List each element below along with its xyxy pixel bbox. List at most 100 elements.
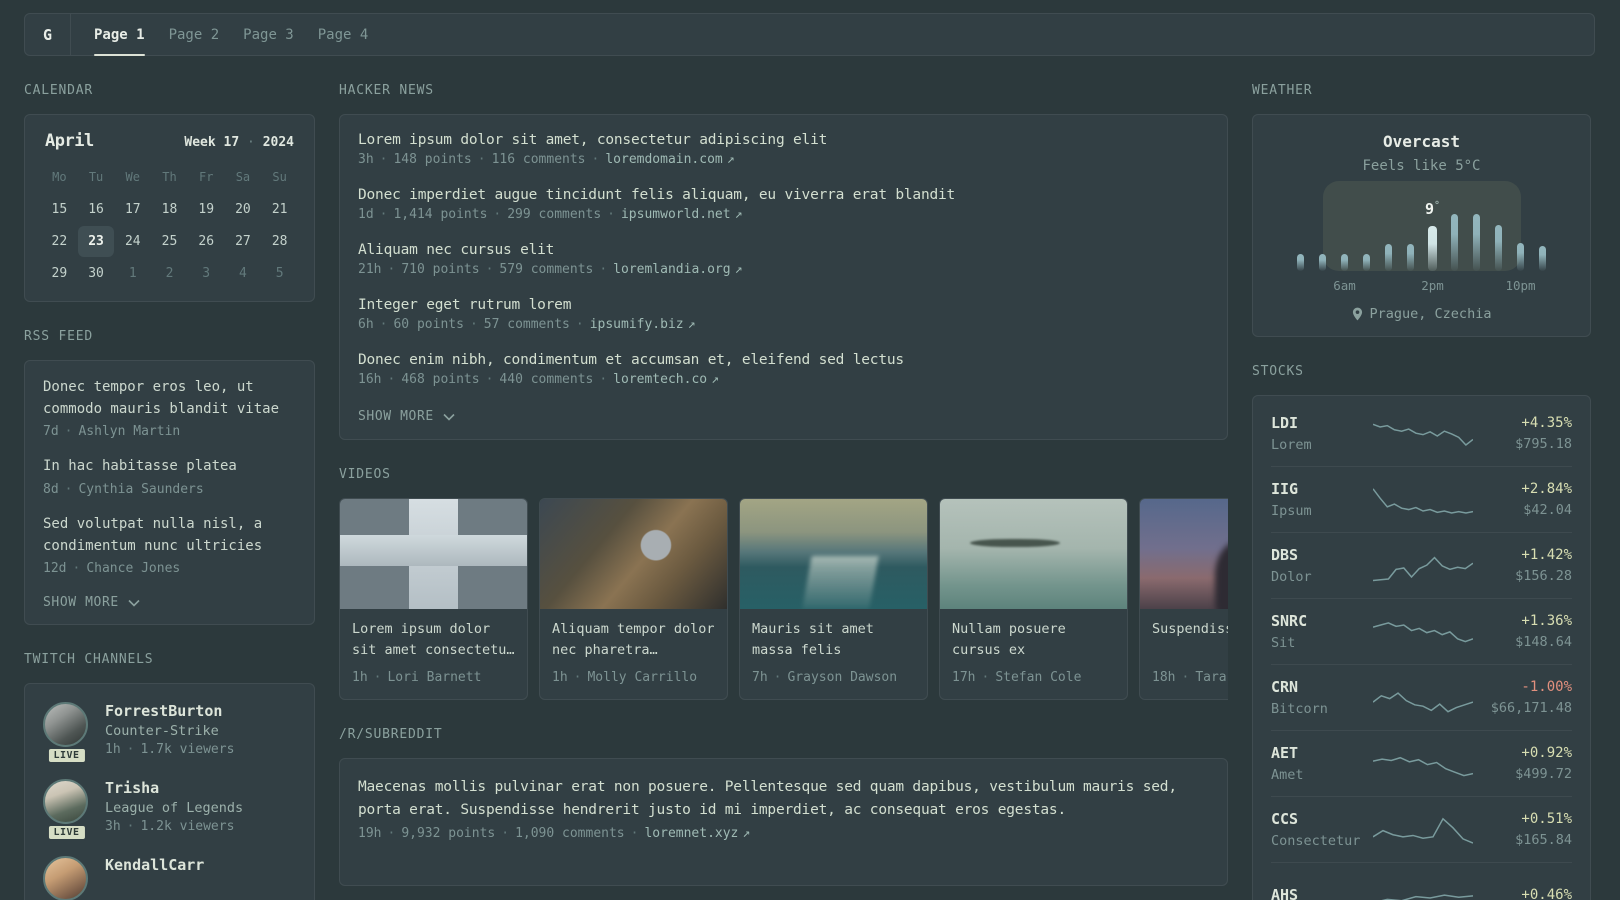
stock-row[interactable]: CCS Consectetur +0.51% $165.84 [1271,796,1572,862]
calendar-day[interactable]: 28 [261,226,298,257]
calendar-day[interactable]: 1 [114,258,151,289]
calendar-day[interactable]: 16 [78,194,115,225]
stock-values: +0.51% $165.84 [1473,811,1572,848]
calendar-day[interactable]: 18 [151,194,188,225]
stock-change: +0.46% [1521,887,1572,900]
hackernews-item-title[interactable]: Aliquam nec cursus elit [358,242,1209,258]
app-logo[interactable]: G [25,14,71,55]
separator-dot: · [373,670,382,685]
calendar-day[interactable]: 25 [151,226,188,257]
video-meta: 1h · Molly Carrillo [552,670,715,685]
stock-row[interactable]: DBS Dolor +1.42% $156.28 [1271,532,1572,598]
stock-change: +0.51% [1521,810,1572,827]
separator-dot: · [64,482,73,498]
video-card[interactable]: Lorem ipsum dolor sit amet consectetu… 1h… [339,498,528,700]
domain[interactable]: loremnet.xyz [644,826,738,841]
stock-row[interactable]: AHS +0.46% [1271,862,1572,900]
stock-row[interactable]: IIG Ipsum +2.84% $42.04 [1271,466,1572,532]
stock-row[interactable]: AET Amet +0.92% $499.72 [1271,730,1572,796]
calendar-week: Week 17 · 2024 [184,135,294,150]
calendar-day[interactable]: 22 [41,226,78,257]
weather-hour-label: 2pm [1421,278,1444,293]
avatar[interactable] [43,856,88,900]
comments: 57 comments [483,317,570,332]
calendar-day[interactable]: 4 [225,258,262,289]
avatar[interactable] [43,779,88,825]
calendar-day[interactable]: 26 [188,226,225,257]
stock-sparkline-chart [1373,875,1473,900]
calendar-day[interactable]: 5 [261,258,298,289]
video-card[interactable]: Mauris sit amet massa felis 7h · Grayson Da… [739,498,928,700]
weather-hour-labels: 6am 2pm 10pm [1290,278,1554,293]
video-title[interactable]: Lorem ipsum dolor sit amet consectetu… [352,619,515,661]
hackernews-item-title[interactable]: Lorem ipsum dolor sit amet, consectetur … [358,132,1209,148]
calendar-day-current[interactable]: 23 [77,226,115,257]
hackernews-item-title[interactable]: Donec enim nibh, condimentum et accumsan… [358,352,1209,368]
domain[interactable]: loremdomain.com [605,152,722,167]
tab-page-2[interactable]: Page 2 [169,14,220,55]
stock-change: +0.92% [1521,744,1572,761]
video-thumbnail[interactable] [740,499,927,609]
twitch-channel-name[interactable]: KendallCarr [105,856,204,874]
video-card[interactable]: Aliquam tempor dolor nec pharetra… 1h · Mol… [539,498,728,700]
avatar[interactable] [43,702,88,748]
calendar-day[interactable]: 15 [41,194,78,225]
stock-row[interactable]: LDI Lorem +4.35% $795.18 [1271,401,1572,466]
rss-item-title[interactable]: Donec tempor eros leo, ut commodo mauris… [43,377,296,420]
video-card[interactable]: Suspendisse diam 18h · Tara [1139,498,1228,700]
calendar-day[interactable]: 30 [78,258,115,289]
stock-symbol: SNRC [1271,611,1308,630]
calendar-section-title: CALENDAR [24,83,94,98]
separator-dot: · [477,152,486,167]
calendar-day[interactable]: 21 [261,194,298,225]
stock-row[interactable]: SNRC Sit +1.36% $148.64 [1271,598,1572,664]
video-title[interactable]: Nullam posuere cursus ex [952,619,1115,661]
location-pin-icon [1352,307,1362,321]
video-title[interactable]: Aliquam tempor dolor nec pharetra… [552,619,715,661]
video-thumbnail[interactable] [540,499,727,609]
hackernews-show-more-button[interactable]: SHOW MORE [358,409,455,424]
age: 1h [105,742,121,758]
domain[interactable]: ipsumify.biz [590,317,684,332]
tab-page-4[interactable]: Page 4 [318,14,369,55]
video-card[interactable]: Nullam posuere cursus ex 17h · Stefan Cole [939,498,1128,700]
subreddit-post-title[interactable]: Maecenas mollis pulvinar erat non posuer… [358,776,1209,822]
author: Chance Jones [86,561,181,577]
weather-hour-label: 10pm [1505,278,1536,293]
video-title[interactable]: Suspendisse diam [1152,619,1228,661]
rss-item-title[interactable]: In hac habitasse platea [43,456,296,478]
domain[interactable]: ipsumworld.net [621,207,731,222]
hackernews-item-title[interactable]: Integer eget rutrum lorem [358,297,1209,313]
calendar-day[interactable]: 3 [188,258,225,289]
hackernews-item-title[interactable]: Donec imperdiet augue tincidunt felis al… [358,187,1209,203]
calendar-day[interactable]: 2 [151,258,188,289]
calendar-day[interactable]: 19 [188,194,225,225]
calendar-day[interactable]: 24 [114,226,151,257]
calendar-day[interactable]: 17 [114,194,151,225]
rss-show-more-button[interactable]: SHOW MORE [43,595,140,610]
age: 16h [358,372,382,387]
twitch-channel-name[interactable]: Trisha [105,779,243,797]
stock-row[interactable]: CRN Bitcorn -1.00% $66,171.48 [1271,664,1572,730]
video-card-body: Mauris sit amet massa felis 7h · Grayson Da… [740,609,927,699]
stock-info: AET Amet [1271,744,1373,783]
video-title[interactable]: Mauris sit amet massa felis [752,619,915,661]
rss-item-title[interactable]: Sed volutpat nulla nisl, a condimentum n… [43,514,296,557]
video-thumbnail[interactable] [340,499,527,609]
video-thumbnail[interactable] [940,499,1127,609]
calendar-day[interactable]: 20 [225,194,262,225]
domain[interactable]: loremlandia.org [613,262,730,277]
video-thumbnail[interactable] [1140,499,1228,609]
twitch-channel-name[interactable]: ForrestBurton [105,702,234,720]
calendar-day[interactable]: 29 [41,258,78,289]
weather-temp-value: 9 [1424,200,1434,218]
external-link-icon: ↗ [711,372,719,387]
tab-page-3[interactable]: Page 3 [243,14,294,55]
separator-dot: · [485,372,494,387]
calendar-weekday: Tu [88,170,104,184]
tab-page-1[interactable]: Page 1 [94,14,145,56]
calendar-day[interactable]: 27 [225,226,262,257]
stock-values: +1.36% $148.64 [1473,613,1572,650]
domain[interactable]: loremtech.co [613,372,707,387]
separator-dot: · [773,670,782,685]
